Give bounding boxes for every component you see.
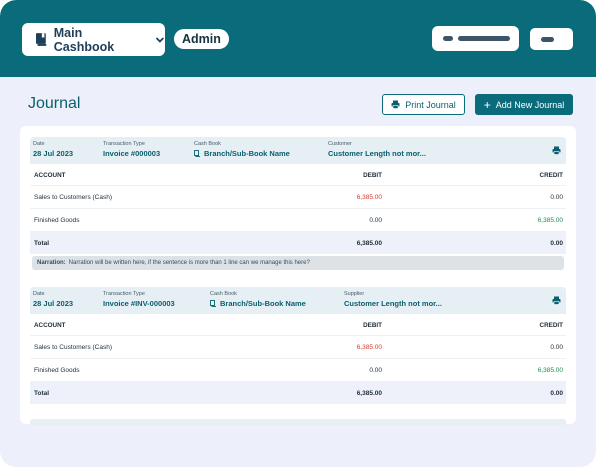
table-row: Sales to Customers (Cash) 6,385.00 0.00 xyxy=(30,336,566,359)
cashbook-label: Cash Book xyxy=(194,141,221,147)
entry-party: Customer Customer Length not mor... xyxy=(328,141,426,159)
total-credit: 0.00 xyxy=(550,390,563,397)
total-row: Total 6,385.00 0.00 xyxy=(30,382,566,404)
branch-icon xyxy=(194,150,200,157)
column-credit: CREDIT xyxy=(539,322,563,329)
column-debit: DEBIT xyxy=(363,322,382,329)
entry-header: Date 28 Jul 2023 Transaction Type Invoic… xyxy=(30,287,566,314)
printer-icon xyxy=(391,100,400,109)
add-journal-label: Add New Journal xyxy=(495,99,565,110)
role-badge: Admin xyxy=(174,29,229,49)
cashbook-name: Branch/Sub-Book Name xyxy=(204,149,290,158)
party-value[interactable]: Customer Length not mor... xyxy=(344,298,442,309)
transaction-type-label: Transaction Type xyxy=(103,141,145,147)
total-debit: 6,385.00 xyxy=(356,240,382,247)
table-header-row: ACCOUNT DEBIT CREDIT xyxy=(30,164,566,186)
table-row: Finished Goods 0.00 6,385.00 xyxy=(30,209,566,232)
book-icon xyxy=(36,33,47,46)
transaction-type-label: Transaction Type xyxy=(103,291,145,297)
placeholder-dot xyxy=(443,36,453,41)
app-frame: Main Cashbook Admin Journal Print Journa… xyxy=(0,0,596,467)
entry-date: Date 28 Jul 2023 xyxy=(33,141,73,159)
debit-cell: 0.00 xyxy=(369,367,382,374)
entry-type: Transaction Type Invoice #000003 xyxy=(103,141,160,159)
debit-cell: 0.00 xyxy=(369,217,382,224)
header-menu-placeholder[interactable] xyxy=(530,28,573,50)
debit-cell: 6,385.00 xyxy=(356,194,382,201)
cashbook-label: Cash Book xyxy=(210,291,237,297)
printer-icon[interactable] xyxy=(552,146,561,155)
column-debit: DEBIT xyxy=(363,172,382,179)
journal-list: Date 28 Jul 2023 Transaction Type Invoic… xyxy=(20,126,576,425)
date-value: 28 Jul 2023 xyxy=(33,149,74,158)
cashbook-name: Branch/Sub-Book Name xyxy=(220,299,306,308)
print-journal-label: Print Journal xyxy=(405,99,456,110)
account-cell: Sales to Customers (Cash) xyxy=(34,194,113,201)
next-entry-header-partial xyxy=(30,419,566,425)
entry-cashbook: Cash Book Branch/Sub-Book Name xyxy=(194,141,290,159)
cashbook-value: Branch/Sub-Book Name xyxy=(210,298,306,309)
add-journal-button[interactable]: + Add New Journal xyxy=(475,94,573,115)
narration-label: Narration: xyxy=(37,260,66,266)
journal-entry: Date 28 Jul 2023 Transaction Type Invoic… xyxy=(30,137,566,270)
column-credit: CREDIT xyxy=(539,172,563,179)
account-cell: Finished Goods xyxy=(34,367,80,374)
credit-cell: 0.00 xyxy=(550,194,563,201)
entry-party: Supplier Customer Length not mor... xyxy=(344,291,442,309)
entry-header: Date 28 Jul 2023 Transaction Type Invoic… xyxy=(30,137,566,164)
debit-cell: 6,385.00 xyxy=(356,344,382,351)
date-label: Date xyxy=(33,141,45,147)
branch-icon xyxy=(210,300,216,307)
date-label: Date xyxy=(33,291,45,297)
total-label: Total xyxy=(34,390,50,397)
table-row: Sales to Customers (Cash) 6,385.00 0.00 xyxy=(30,186,566,209)
column-account: ACCOUNT xyxy=(34,322,66,329)
placeholder-line xyxy=(541,37,554,42)
entry-date: Date 28 Jul 2023 xyxy=(33,291,73,309)
date-value: 28 Jul 2023 xyxy=(33,299,74,308)
table-row: Finished Goods 0.00 6,385.00 xyxy=(30,359,566,382)
top-bar: Main Cashbook Admin xyxy=(0,0,596,77)
cashbook-selector[interactable]: Main Cashbook xyxy=(22,23,165,56)
party-label: Supplier xyxy=(344,291,365,297)
print-journal-button[interactable]: Print Journal xyxy=(382,94,465,115)
credit-cell: 6,385.00 xyxy=(537,217,563,224)
plus-icon: + xyxy=(483,97,491,112)
entry-type: Transaction Type Invoice #INV-000003 xyxy=(103,291,175,309)
table-header-row: ACCOUNT DEBIT CREDIT xyxy=(30,314,566,336)
cashbook-value: Branch/Sub-Book Name xyxy=(194,148,290,159)
transaction-type-value[interactable]: Invoice #000003 xyxy=(103,148,160,159)
total-row: Total 6,385.00 0.00 xyxy=(30,232,566,254)
credit-cell: 6,385.00 xyxy=(537,367,563,374)
account-cell: Sales to Customers (Cash) xyxy=(34,344,113,351)
total-label: Total xyxy=(34,240,50,247)
narration-text: Narration will be written here, if the s… xyxy=(68,260,310,266)
printer-icon[interactable] xyxy=(552,296,561,305)
total-credit: 0.00 xyxy=(550,240,563,247)
credit-cell: 0.00 xyxy=(550,344,563,351)
page-title: Journal xyxy=(28,95,81,112)
account-cell: Finished Goods xyxy=(34,217,80,224)
placeholder-line xyxy=(458,36,510,41)
journal-entry: Date 28 Jul 2023 Transaction Type Invoic… xyxy=(30,287,566,404)
entry-cashbook: Cash Book Branch/Sub-Book Name xyxy=(210,291,306,309)
chevron-down-icon xyxy=(156,37,164,43)
column-account: ACCOUNT xyxy=(34,172,66,179)
party-value[interactable]: Customer Length not mor... xyxy=(328,148,426,159)
header-action-placeholder[interactable] xyxy=(432,26,519,51)
transaction-type-value[interactable]: Invoice #INV-000003 xyxy=(103,298,175,309)
narration: Narration: Narration will be written her… xyxy=(32,256,564,270)
party-label: Customer xyxy=(328,141,352,147)
cashbook-selector-label: Main Cashbook xyxy=(53,25,115,54)
total-debit: 6,385.00 xyxy=(356,390,382,397)
